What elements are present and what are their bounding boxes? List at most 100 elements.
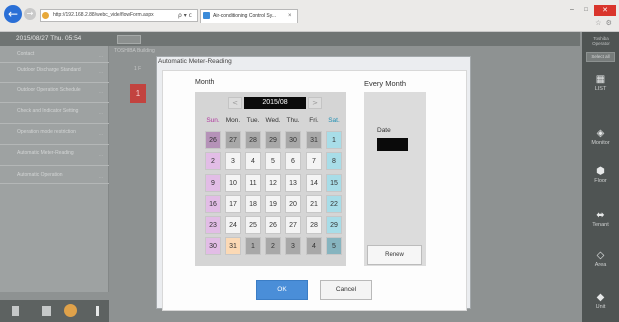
calendar-day[interactable]: 13 xyxy=(285,174,301,192)
prev-month-button[interactable]: < xyxy=(228,97,242,109)
calendar-day[interactable]: 29 xyxy=(326,216,342,234)
sidebar: Contact... Outdoor Discharge Standard...… xyxy=(0,46,109,292)
forward-arrow-icon[interactable]: → xyxy=(24,8,36,20)
calendar-day[interactable]: 10 xyxy=(225,174,241,192)
calendar-day[interactable]: 25 xyxy=(245,216,261,234)
calendar-day[interactable]: 1 xyxy=(245,237,261,255)
nav-tenant[interactable]: ⬌ Tenant xyxy=(582,210,619,228)
calendar-day[interactable]: 2 xyxy=(205,152,221,170)
calendar-day[interactable]: 16 xyxy=(205,195,221,213)
calendar-day[interactable]: 30 xyxy=(205,237,221,255)
sidebar-item-operation-restriction[interactable]: Operation mode restriction... xyxy=(0,129,109,145)
calendar-day[interactable]: 20 xyxy=(285,195,301,213)
calendar-day[interactable]: 22 xyxy=(326,195,342,213)
datetime: 2015/08/27 Thu. 05:54 xyxy=(16,35,82,42)
calendar-day[interactable]: 4 xyxy=(245,152,261,170)
address-tools[interactable]: ρ ▾ ϲ xyxy=(178,9,192,22)
calendar-day[interactable]: 4 xyxy=(306,237,322,255)
calendar-day[interactable]: 14 xyxy=(306,174,322,192)
warning-icon[interactable] xyxy=(96,306,99,316)
sidebar-item-check-indicator[interactable]: Check and Indicator Setting... xyxy=(0,108,109,124)
calendar-day[interactable]: 5 xyxy=(265,152,281,170)
tab-favicon-icon xyxy=(203,12,210,19)
nav-label: Unit xyxy=(595,304,606,310)
weekday-label: Sat. xyxy=(328,117,340,124)
browser-tab[interactable]: Air-conditioning Control Sy... xyxy=(200,9,298,23)
renew-button[interactable]: Renew xyxy=(367,245,422,265)
calendar-day[interactable]: 5 xyxy=(326,237,342,255)
calendar-day[interactable]: 11 xyxy=(245,174,261,192)
more-icon: ... xyxy=(98,152,103,158)
back-arrow-icon[interactable]: ← xyxy=(4,5,22,23)
calendar-day[interactable]: 21 xyxy=(306,195,322,213)
nav-label: Area xyxy=(594,262,607,268)
calendar-day[interactable]: 28 xyxy=(306,216,322,234)
maximize-icon[interactable]: □ xyxy=(580,5,592,15)
more-icon: ... xyxy=(98,131,103,137)
calendar-day[interactable]: 26 xyxy=(205,131,221,149)
nav-label: Floor xyxy=(594,178,607,184)
weekday-label: Mon. xyxy=(225,117,241,124)
nav-area[interactable]: ◇ Area xyxy=(582,250,619,268)
nav-list[interactable]: ▦ LIST xyxy=(582,74,619,92)
dialog-title: Automatic Meter-Reading xyxy=(158,58,232,65)
calendar-day[interactable]: 27 xyxy=(225,131,241,149)
sidebar-item-outdoor-discharge[interactable]: Outdoor Discharge Standard... xyxy=(0,67,109,83)
calendar-day[interactable]: 15 xyxy=(326,174,342,192)
sidebar-item-contact[interactable]: Contact... xyxy=(0,51,109,63)
favorites-settings-icon[interactable]: ☆ ⚙ xyxy=(592,19,616,27)
minimize-icon[interactable]: – xyxy=(566,5,578,15)
sidebar-item-meter-reading[interactable]: Automatic Meter-Reading... xyxy=(0,150,109,166)
alarm-icon[interactable] xyxy=(64,304,77,317)
weekday-label: Wed. xyxy=(265,117,281,124)
nav-label: Tenant xyxy=(592,222,609,228)
calendar-day[interactable]: 2 xyxy=(265,237,281,255)
floor-label: 1 F xyxy=(134,66,142,72)
ok-button[interactable]: OK xyxy=(256,280,308,300)
calendar-day[interactable]: 17 xyxy=(225,195,241,213)
calendar-day[interactable]: 31 xyxy=(306,131,322,149)
calendar-day[interactable]: 12 xyxy=(265,174,281,192)
weekday-label: Sun. xyxy=(206,117,220,124)
calendar-day[interactable]: 29 xyxy=(265,131,281,149)
header-button[interactable] xyxy=(117,35,141,44)
tab-close-icon[interactable]: × xyxy=(288,10,292,22)
calendar-day[interactable]: 31 xyxy=(225,237,241,255)
address-bar[interactable]: http://192.168.2.88/webc_vide/flowForm.a… xyxy=(40,9,198,22)
cancel-button[interactable]: Cancel xyxy=(320,280,372,300)
date-value[interactable] xyxy=(377,138,408,151)
calendar-day[interactable]: 3 xyxy=(285,237,301,255)
sidebar-item-label: Automatic Operation xyxy=(17,172,63,178)
calendar-day[interactable]: 7 xyxy=(306,152,322,170)
calendar-day[interactable]: 9 xyxy=(205,174,221,192)
calendar-day[interactable]: 3 xyxy=(225,152,241,170)
next-month-button[interactable]: > xyxy=(308,97,322,109)
calendar-day[interactable]: 23 xyxy=(205,216,221,234)
sidebar-item-label: Outdoor Discharge Standard xyxy=(17,67,81,73)
select-all-button[interactable]: Select all xyxy=(586,52,615,62)
calendar-day[interactable]: 24 xyxy=(225,216,241,234)
more-icon: ... xyxy=(98,53,103,59)
calendar-day[interactable]: 18 xyxy=(245,195,261,213)
calendar-day[interactable]: 30 xyxy=(285,131,301,149)
nav-floor[interactable]: ⬢ Floor xyxy=(582,166,619,184)
calendar-day[interactable]: 26 xyxy=(265,216,281,234)
page-favicon-icon xyxy=(42,12,49,19)
nav-label: Monitor xyxy=(591,140,610,146)
calendar-day[interactable]: 19 xyxy=(265,195,281,213)
sort-icon[interactable] xyxy=(12,306,19,316)
nav-monitor[interactable]: ◈ Monitor xyxy=(582,128,619,146)
calendar-day[interactable]: 27 xyxy=(285,216,301,234)
sidebar-item-automatic-operation[interactable]: Automatic Operation... xyxy=(0,172,109,184)
nav-unit[interactable]: ◆ Unit xyxy=(582,292,619,310)
unit-badge[interactable]: 1 xyxy=(130,84,146,103)
calendar-day[interactable]: 8 xyxy=(326,152,342,170)
calendar-day[interactable]: 6 xyxy=(285,152,301,170)
close-icon[interactable]: ✕ xyxy=(594,5,616,16)
more-icon: ... xyxy=(98,89,103,95)
calendar-day[interactable]: 1 xyxy=(326,131,342,149)
sidebar-item-outdoor-schedule[interactable]: Outdoor Operation Schedule... xyxy=(0,87,109,103)
pause-icon[interactable] xyxy=(42,306,51,316)
weekday-label: Fri. xyxy=(309,117,319,124)
calendar-day[interactable]: 28 xyxy=(245,131,261,149)
